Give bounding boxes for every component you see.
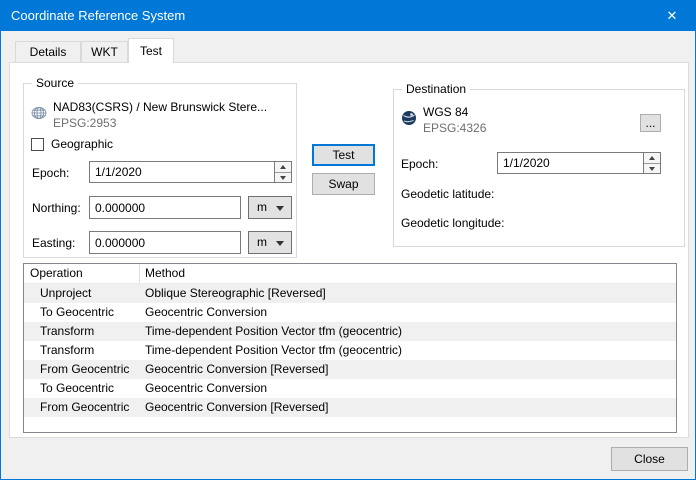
northing-field[interactable] [89,196,241,219]
crs-dialog: Coordinate Reference System ✕ Details WK… [0,0,696,480]
method-cell: Geocentric Conversion [140,303,676,322]
method-cell: Geocentric Conversion [Reversed] [140,360,676,379]
table-row[interactable]: To Geocentric Geocentric Conversion [24,379,676,398]
spin-up-icon[interactable] [644,153,660,163]
northing-unit-value: m [257,200,267,214]
table-row[interactable]: From Geocentric Geocentric Conversion [R… [24,360,676,379]
title-bar: Coordinate Reference System ✕ [1,1,695,31]
table-row[interactable]: Transform Time-dependent Position Vector… [24,341,676,360]
column-header-method[interactable]: Method [140,264,676,283]
table-header: Operation Method [24,264,676,284]
column-header-operation[interactable]: Operation [24,264,140,283]
source-epoch-input[interactable] [90,162,291,182]
method-cell: Time-dependent Position Vector tfm (geoc… [140,341,676,360]
spin-down-icon[interactable] [275,172,291,182]
operation-cell: Transform [24,341,140,360]
table-row[interactable]: From Geocentric Geocentric Conversion [R… [24,398,676,417]
source-epoch-field[interactable] [89,161,292,183]
operation-cell: From Geocentric [24,360,140,379]
spin-up-icon[interactable] [275,162,291,172]
table-row[interactable]: To Geocentric Geocentric Conversion [24,303,676,322]
tab-details[interactable]: Details [15,41,81,63]
easting-label: Easting: [32,236,75,250]
close-icon[interactable]: ✕ [649,1,695,31]
tab-test[interactable]: Test [128,38,174,63]
method-cell: Time-dependent Position Vector tfm (geoc… [140,322,676,341]
northing-unit-combo[interactable]: m [248,196,292,219]
destination-crs-name: WGS 84 [423,105,468,119]
operations-table: Operation Method Unproject Oblique Stere… [23,263,677,433]
operation-cell: From Geocentric [24,398,140,417]
close-button[interactable]: Close [611,447,688,471]
table-row[interactable]: Unproject Oblique Stereographic [Reverse… [24,284,676,303]
test-button[interactable]: Test [312,144,375,166]
method-cell: Oblique Stereographic [Reversed] [140,284,676,303]
source-epoch-label: Epoch: [32,166,69,180]
swap-button[interactable]: Swap [312,173,375,195]
source-crs-code: EPSG:2953 [53,116,116,130]
method-cell: Geocentric Conversion [Reversed] [140,398,676,417]
destination-epoch-input[interactable] [498,153,660,173]
method-cell: Geocentric Conversion [140,379,676,398]
easting-unit-combo[interactable]: m [248,231,292,254]
destination-epoch-field[interactable] [497,152,661,174]
source-group-label: Source [32,76,78,90]
browse-crs-button[interactable]: ... [640,114,661,132]
window-title: Coordinate Reference System [11,1,185,31]
tab-wkt[interactable]: WKT [81,41,128,63]
source-crs-name: NAD83(CSRS) / New Brunswick Stere... [53,100,267,114]
destination-group-label: Destination [402,82,470,96]
source-epoch-spinner[interactable] [274,162,291,182]
operation-cell: Unproject [24,284,140,303]
destination-crs-code: EPSG:4326 [423,121,486,135]
easting-unit-value: m [257,235,267,249]
wireframe-globe-icon [31,105,47,121]
spin-down-icon[interactable] [644,163,660,173]
destination-epoch-spinner[interactable] [643,153,660,173]
northing-label: Northing: [32,201,81,215]
northing-input[interactable] [90,197,240,218]
easting-input[interactable] [90,232,240,253]
geodetic-latitude-label: Geodetic latitude: [401,187,494,201]
earth-globe-icon [401,110,417,126]
table-row[interactable]: Transform Time-dependent Position Vector… [24,322,676,341]
operation-cell: To Geocentric [24,379,140,398]
geographic-label: Geographic [51,137,113,151]
operation-cell: To Geocentric [24,303,140,322]
operation-cell: Transform [24,322,140,341]
destination-epoch-label: Epoch: [401,157,438,171]
geographic-checkbox[interactable] [31,138,44,151]
easting-field[interactable] [89,231,241,254]
geodetic-longitude-label: Geodetic longitude: [401,216,504,230]
